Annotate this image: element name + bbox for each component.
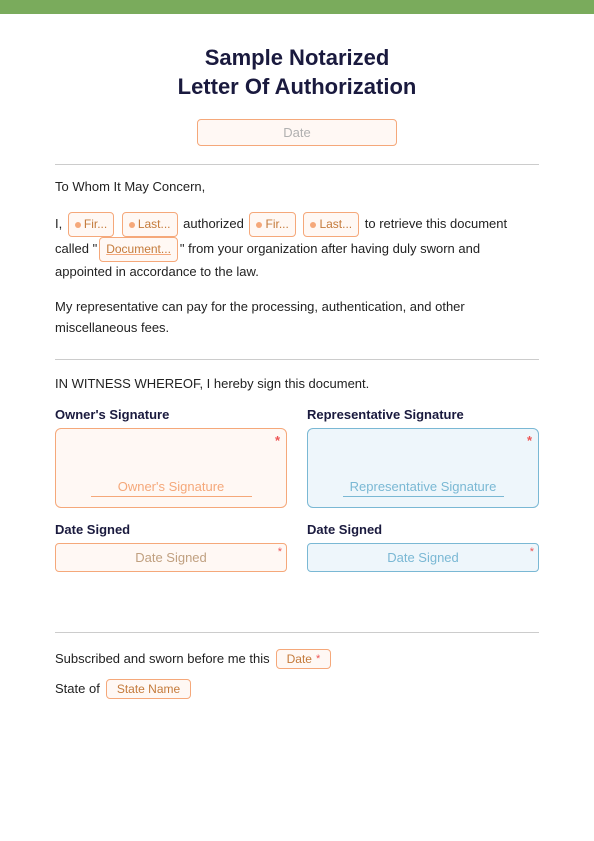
- signatures-section: Owner's Signature * Owner's Signature Re…: [55, 407, 539, 508]
- owner-date-col: Date Signed Date Signed *: [55, 522, 287, 572]
- witness-text: IN WITNESS WHEREOF, I hereby sign this d…: [55, 376, 539, 391]
- page: Sample Notarized Letter Of Authorization…: [0, 0, 594, 841]
- rep-date-label: Date Signed: [307, 522, 539, 537]
- rep-sig-placeholder: Representative Signature: [343, 479, 504, 497]
- rep-sig-required: *: [527, 433, 532, 448]
- salutation: To Whom It May Concern,: [55, 177, 539, 198]
- top-bar: [0, 0, 594, 14]
- rep-sig-label: Representative Signature: [307, 407, 539, 422]
- page-content: Sample Notarized Letter Of Authorization…: [0, 14, 594, 632]
- date-signed-row: Date Signed Date Signed * Date Signed Da…: [55, 522, 539, 572]
- dot-icon: [256, 222, 262, 228]
- owner-sig-required: *: [275, 433, 280, 448]
- notary-date-field[interactable]: Date *: [276, 649, 332, 669]
- owner-date-field[interactable]: Date Signed *: [55, 543, 287, 572]
- dot-icon: [310, 222, 316, 228]
- rep-date-col: Date Signed Date Signed *: [307, 522, 539, 572]
- paragraph1: I, Fir... Last... authorized Fir... Last…: [55, 212, 539, 283]
- state-row: State of State Name: [55, 679, 539, 699]
- bottom-divider: [55, 632, 539, 633]
- owner-sig-col: Owner's Signature * Owner's Signature: [55, 407, 287, 508]
- document-name-field[interactable]: Document...: [99, 237, 178, 262]
- date-field[interactable]: Date: [197, 119, 397, 146]
- owner-sig-placeholder: Owner's Signature: [91, 479, 252, 497]
- notary-date-required: *: [316, 653, 320, 665]
- header-divider: [55, 164, 539, 165]
- bottom-section: Subscribed and sworn before me this Date…: [0, 632, 594, 699]
- rep-date-required: *: [530, 546, 534, 558]
- rep-date-field[interactable]: Date Signed *: [307, 543, 539, 572]
- dot-icon: [129, 222, 135, 228]
- owner-date-label: Date Signed: [55, 522, 287, 537]
- rep-last-name-field[interactable]: Last...: [303, 212, 359, 237]
- owner-date-required: *: [278, 546, 282, 558]
- owner-last-name-field[interactable]: Last...: [122, 212, 178, 237]
- title-section: Sample Notarized Letter Of Authorization: [55, 44, 539, 101]
- owner-sig-label: Owner's Signature: [55, 407, 287, 422]
- owner-first-name-field[interactable]: Fir...: [68, 212, 114, 237]
- rep-sig-col: Representative Signature * Representativ…: [307, 407, 539, 508]
- paragraph2: My representative can pay for the proces…: [55, 297, 539, 339]
- owner-sig-box[interactable]: * Owner's Signature: [55, 428, 287, 508]
- section-divider: [55, 359, 539, 360]
- dot-icon: [75, 222, 81, 228]
- date-field-wrapper: Date: [55, 119, 539, 146]
- page-title: Sample Notarized Letter Of Authorization: [55, 44, 539, 101]
- state-name-field[interactable]: State Name: [106, 679, 191, 699]
- rep-first-name-field[interactable]: Fir...: [249, 212, 295, 237]
- rep-sig-box[interactable]: * Representative Signature: [307, 428, 539, 508]
- subscribed-row: Subscribed and sworn before me this Date…: [55, 649, 539, 669]
